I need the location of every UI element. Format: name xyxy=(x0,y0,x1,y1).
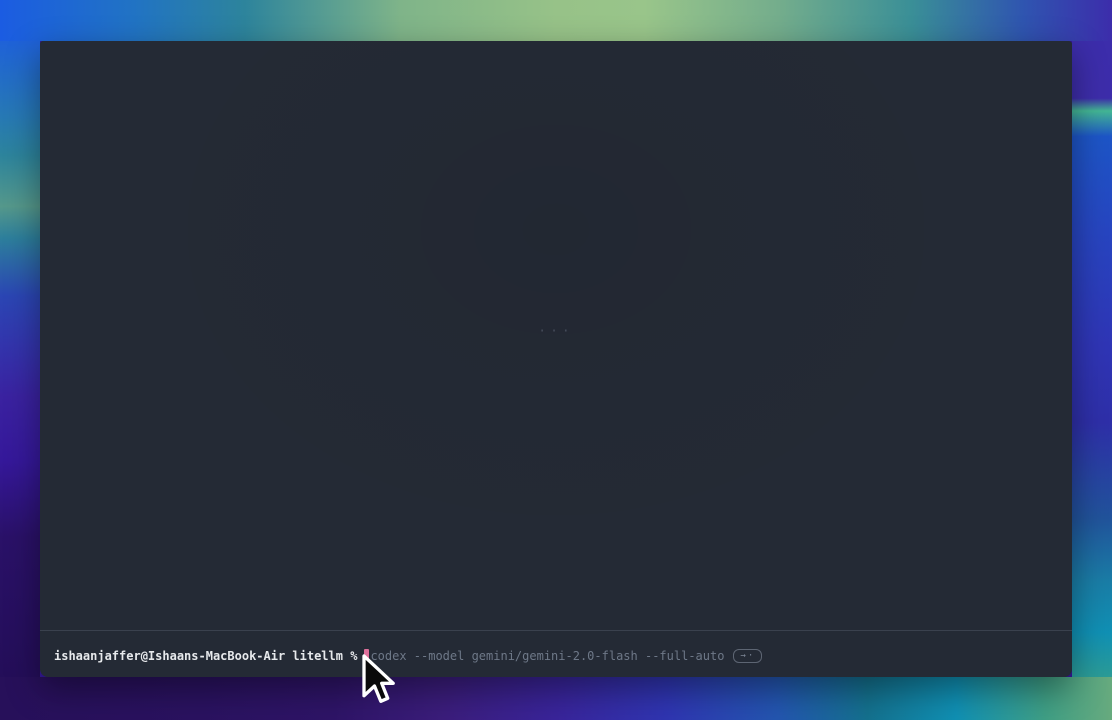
desktop-wallpaper: ··· ishaanjaffer@Ishaans-MacBook-Air lit… xyxy=(0,0,1112,720)
terminal-prompt-row[interactable]: ishaanjaffer@Ishaans-MacBook-Air litellm… xyxy=(54,647,762,665)
text-cursor-caret xyxy=(364,649,369,663)
terminal-divider xyxy=(40,630,1072,631)
terminal-output-area: ··· xyxy=(40,41,1072,630)
wallpaper-right-strip xyxy=(1072,41,1112,677)
loading-ellipsis: ··· xyxy=(538,324,573,339)
tab-key-hint-icon: →· xyxy=(740,650,755,662)
wallpaper-left-strip xyxy=(0,41,40,677)
autosuggestion-text: codex --model gemini/gemini-2.0-flash --… xyxy=(370,647,724,665)
wallpaper-top-strip xyxy=(0,0,1112,41)
wallpaper-bottom-strip xyxy=(0,677,1112,720)
terminal-window[interactable]: ··· ishaanjaffer@Ishaans-MacBook-Air lit… xyxy=(40,41,1072,677)
tab-key-hint-badge: →· xyxy=(733,649,762,663)
shell-prompt: ishaanjaffer@Ishaans-MacBook-Air litellm… xyxy=(54,647,357,665)
